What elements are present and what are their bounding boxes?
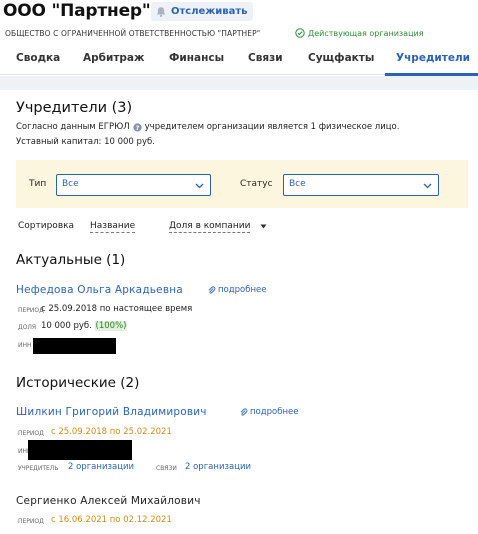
founder-count-link[interactable]: 2 организации bbox=[68, 462, 134, 472]
status-select[interactable]: Все bbox=[283, 174, 439, 196]
company-full-name: ОБЩЕСТВО С ОГРАНИЧЕННОЙ ОТВЕТСТВЕННОСТЬЮ… bbox=[5, 29, 261, 38]
tab-links[interactable]: Связи bbox=[248, 52, 283, 64]
type-filter-label: Тип bbox=[29, 179, 47, 189]
follow-label: Отслеживать bbox=[171, 6, 248, 17]
tab-founders[interactable]: Учредители bbox=[396, 52, 470, 64]
inn-redacted bbox=[28, 440, 132, 460]
egrul-prefix: Согласно данным ЕГРЮЛ bbox=[16, 122, 130, 132]
founder-details-label: подробнее bbox=[218, 285, 267, 295]
founder-details-link[interactable]: подробнее bbox=[207, 285, 267, 295]
inn-redacted bbox=[33, 338, 116, 354]
question-circle-icon[interactable]: ? bbox=[133, 122, 142, 132]
historical-founders-title: Исторические (2) bbox=[16, 375, 140, 391]
sort-by-name[interactable]: Название bbox=[90, 221, 136, 233]
bell-icon bbox=[156, 6, 166, 17]
sort-by-share[interactable]: Доля в компании bbox=[169, 221, 251, 233]
tab-finance[interactable]: Финансы bbox=[169, 52, 224, 64]
company-title: ООО "Партнер" bbox=[3, 1, 151, 21]
chevron-down-icon bbox=[423, 183, 432, 189]
type-select-value: Все bbox=[62, 179, 79, 189]
founder-details-label: подробнее bbox=[250, 407, 299, 417]
founder-name-link[interactable]: Нефедова Ольга Аркадьевна bbox=[16, 284, 183, 296]
follow-button[interactable]: Отслеживать bbox=[151, 2, 254, 21]
share-amount: 10 000 руб. bbox=[41, 321, 92, 331]
founder-name: Сергиенко Алексей Михайлович bbox=[16, 495, 201, 507]
share-percent-badge: (100%) bbox=[94, 321, 128, 331]
caret-down-icon[interactable] bbox=[260, 224, 267, 229]
chevron-down-icon bbox=[195, 183, 204, 189]
egrul-suffix: учредителем организации является 1 физич… bbox=[144, 122, 400, 132]
check-circle-icon bbox=[295, 28, 305, 38]
tab-summary[interactable]: Сводка bbox=[16, 52, 60, 64]
founder-details-link[interactable]: подробнее bbox=[239, 407, 299, 417]
inn-label: инн bbox=[18, 342, 32, 349]
status-filter-label: Статус bbox=[240, 179, 273, 189]
svg-text:?: ? bbox=[135, 124, 139, 131]
current-founders-title: Актуальные (1) bbox=[16, 252, 126, 268]
content-separator bbox=[0, 76, 478, 90]
links-count-link[interactable]: 2 организации bbox=[185, 462, 251, 472]
tab-arbitration[interactable]: Арбитраж bbox=[83, 52, 144, 64]
period-label: период bbox=[18, 430, 44, 437]
founder-name-link[interactable]: Шилкин Григорий Владимирович bbox=[16, 406, 207, 418]
sort-label: Сортировка bbox=[18, 221, 75, 231]
period-value: с 25.09.2018 по настоящее время bbox=[41, 304, 193, 314]
period-value: с 25.09.2018 по 25.02.2021 bbox=[51, 427, 172, 437]
founder-count-label: учредитель bbox=[18, 465, 59, 472]
status-label: Действующая организация bbox=[308, 28, 424, 38]
company-status: Действующая организация bbox=[295, 28, 424, 38]
tab-bar: Сводка Арбитраж Финансы Связи Сущфакты У… bbox=[0, 44, 478, 76]
authorized-capital: Уставный капитал: 10 000 руб. bbox=[16, 137, 155, 147]
share-value: 10 000 руб. (100%) bbox=[41, 321, 128, 331]
tab-material-facts[interactable]: Сущфакты bbox=[308, 52, 374, 64]
egrul-note: Согласно данным ЕГРЮЛ ? учредителем орга… bbox=[16, 122, 399, 132]
share-label: доля bbox=[18, 324, 37, 331]
status-select-value: Все bbox=[289, 179, 306, 189]
paperclip-icon bbox=[208, 285, 216, 294]
type-select[interactable]: Все bbox=[56, 174, 211, 196]
founders-title: Учредители (3) bbox=[16, 100, 133, 116]
paperclip-icon bbox=[240, 407, 248, 416]
period-label: период bbox=[18, 518, 44, 525]
links-count-label: связи bbox=[156, 465, 177, 472]
period-value: с 16.06.2021 по 02.12.2021 bbox=[51, 515, 172, 525]
period-label: период bbox=[18, 307, 44, 314]
